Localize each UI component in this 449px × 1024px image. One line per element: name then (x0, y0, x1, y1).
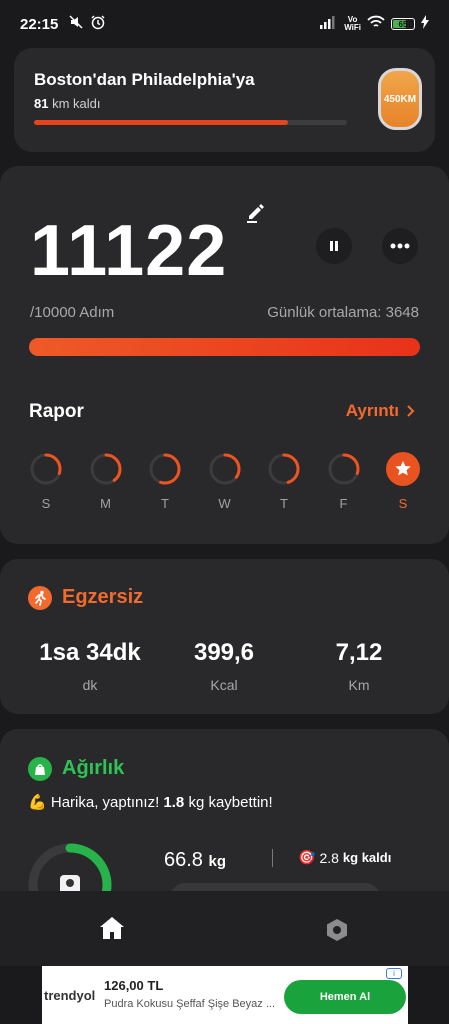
bottom-navigation (0, 891, 449, 966)
day-label: S (398, 496, 408, 511)
day-label: T (280, 496, 288, 511)
exercise-distance: 7,12 Km (289, 639, 429, 693)
day-label: W (218, 496, 231, 511)
ad-brand: trendyol (44, 988, 96, 1003)
report-detail-label: Ayrıntı (345, 401, 399, 420)
current-weight: 66.8 kg (164, 849, 226, 872)
weight-lost-amount: 1.8 (163, 794, 185, 811)
day-2[interactable]: T (148, 452, 182, 511)
report-title: Rapor (29, 401, 84, 422)
stat-unit: Kcal (210, 677, 238, 693)
battery-icon: 65 (391, 18, 415, 30)
stat-value: 399,6 (193, 639, 255, 666)
vowifi-indicator: Vo WiFi (344, 16, 361, 32)
badge-label: 450KM (383, 93, 417, 105)
remaining-unit: kg kaldı (342, 850, 392, 865)
route-challenge-card[interactable]: Boston'dan Philadelphia'ya 81 km kaldı 4… (14, 48, 435, 152)
weight-message-suffix: kg kaybettin! (188, 794, 273, 811)
remaining-value: 2.8 (319, 849, 339, 866)
route-km-label: km kaldı (52, 96, 101, 111)
ad-cta-button[interactable]: Hemen Al (284, 980, 406, 1014)
step-count: 11122 (30, 211, 228, 291)
day-4[interactable]: T (267, 452, 301, 511)
vowifi-bottom: WiFi (344, 23, 361, 32)
report-detail-link[interactable]: Ayrıntı (346, 401, 415, 421)
clock: 22:15 (20, 15, 59, 33)
mute-icon (68, 14, 84, 35)
ad-banner[interactable]: trendyol 126,00 TL Pudra Kokusu Şeffaf Ş… (42, 966, 408, 1024)
nav-home[interactable] (98, 915, 126, 946)
ad-description: Pudra Kokusu Şeffaf Şişe Beyaz ... (104, 998, 274, 1010)
stat-value: 7,12 (335, 639, 383, 666)
ad-info-icon[interactable]: i (386, 968, 402, 979)
step-progress-bar (29, 338, 420, 356)
weight-title: Ağırlık (62, 757, 125, 779)
more-dots-icon (390, 243, 410, 249)
weight-message-prefix: Harika, yaptınız! (50, 794, 160, 811)
signal-icon (320, 15, 338, 34)
ad-price: 126,00 TL (104, 978, 164, 993)
route-progress-fill (34, 120, 288, 125)
route-progress-track (34, 120, 347, 125)
route-km-value: 81 (34, 96, 49, 111)
day-6[interactable]: S (386, 452, 420, 511)
more-options-button[interactable] (382, 228, 418, 264)
stat-unit: Km (348, 677, 370, 693)
status-bar: 22:15 Vo WiFi 65 (0, 0, 449, 48)
route-title: Boston'dan Philadelphia'ya (34, 70, 255, 89)
exercise-duration: 1sa 34dk dk (20, 639, 160, 693)
weight-bag-icon (28, 757, 52, 781)
exercise-title: Egzersiz (62, 586, 144, 608)
target-icon: 🎯 (298, 849, 316, 865)
divider (272, 849, 273, 867)
battery-level: 65 (398, 19, 408, 29)
flexed-arm-icon: 💪 (28, 794, 47, 811)
day-label: M (100, 496, 111, 511)
steps-card: 11122 /10000 Adım Günlük ortalama: 3648 … (0, 166, 449, 544)
pause-button[interactable] (316, 228, 352, 264)
day-label: S (41, 496, 51, 511)
pause-icon (330, 241, 338, 251)
weight-message: 💪 Harika, yaptınız! 1.8 kg kaybettin! (28, 793, 273, 811)
home-icon (100, 917, 124, 939)
wifi-icon (367, 15, 385, 34)
day-label: T (161, 496, 169, 511)
day-label: F (339, 496, 348, 511)
stat-unit: dk (82, 677, 98, 693)
running-icon (28, 586, 52, 610)
weight-card[interactable]: Ağırlık 💪 Harika, yaptınız! 1.8 kg kaybe… (0, 729, 449, 899)
current-weight-unit: kg (208, 853, 227, 870)
current-weight-value: 66.8 (164, 849, 203, 871)
step-goal: /10000 Adım (30, 304, 115, 321)
edit-icon[interactable] (244, 200, 268, 224)
charging-icon (421, 14, 429, 34)
day-3[interactable]: W (208, 452, 242, 511)
daily-average: Günlük ortalama: 3648 (267, 304, 419, 321)
day-5[interactable]: F (327, 452, 361, 511)
settings-icon (327, 919, 347, 941)
weight-remaining: 🎯 2.8 kg kaldı (298, 849, 391, 866)
exercise-calories: 399,6 Kcal (154, 639, 294, 693)
distance-badge-icon[interactable]: 450KM (378, 68, 422, 130)
weekly-report: SMTWTFS (29, 452, 421, 512)
route-remaining: 81 km kaldı (34, 96, 101, 111)
exercise-card[interactable]: Egzersiz 1sa 34dk dk 399,6 Kcal 7,12 Km (0, 559, 449, 714)
alarm-icon (90, 14, 106, 35)
day-1[interactable]: M (89, 452, 123, 511)
day-0[interactable]: S (29, 452, 63, 511)
stat-value: 1sa 34dk (39, 639, 141, 666)
chevron-right-icon (407, 405, 415, 417)
nav-settings[interactable] (324, 917, 350, 948)
